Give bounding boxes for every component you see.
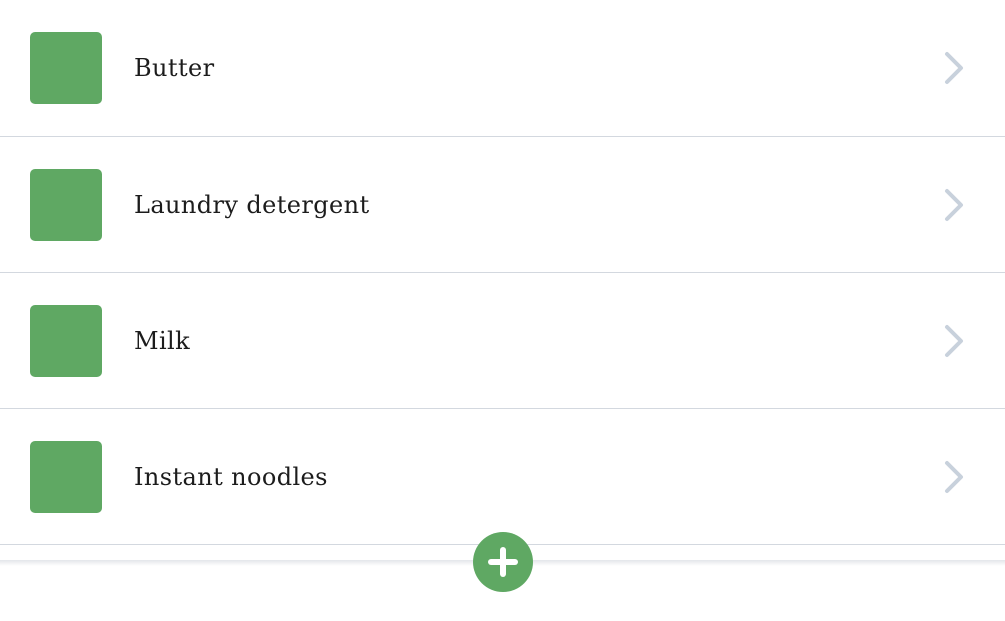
add-item-button[interactable] (473, 532, 533, 592)
item-thumbnail (30, 32, 102, 104)
item-label: Laundry detergent (134, 191, 370, 219)
item-label: Milk (134, 327, 191, 355)
item-label: Butter (134, 54, 215, 82)
chevron-right-icon (945, 461, 963, 493)
item-thumbnail (30, 441, 102, 513)
item-thumbnail (30, 169, 102, 241)
list-item[interactable]: Milk (0, 273, 1005, 409)
chevron-right-icon (945, 52, 963, 84)
item-label: Instant noodles (134, 463, 328, 491)
item-list: Butter Laundry detergent Milk Instant no… (0, 0, 1005, 545)
list-item[interactable]: Butter (0, 0, 1005, 137)
list-item[interactable]: Laundry detergent (0, 137, 1005, 273)
list-item[interactable]: Instant noodles (0, 409, 1005, 545)
chevron-right-icon (945, 325, 963, 357)
chevron-right-icon (945, 189, 963, 221)
item-thumbnail (30, 305, 102, 377)
plus-icon (488, 547, 518, 577)
